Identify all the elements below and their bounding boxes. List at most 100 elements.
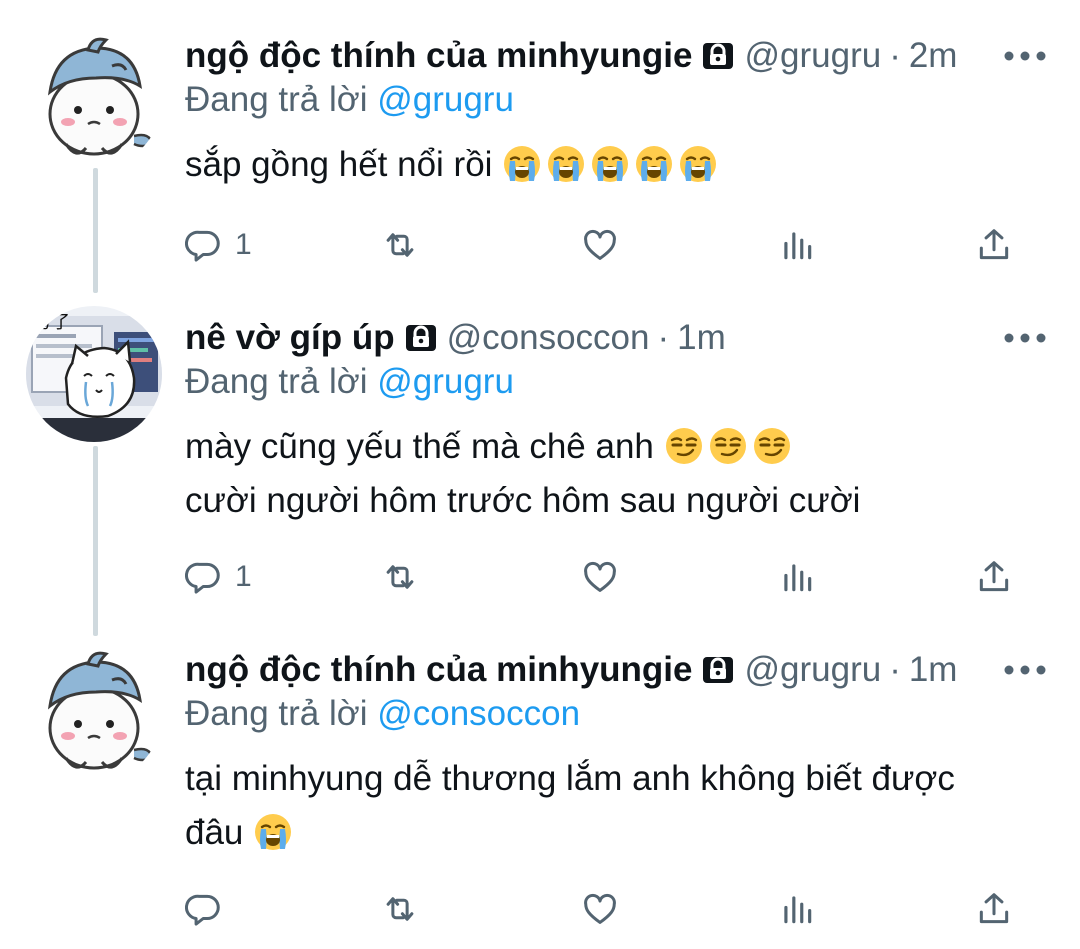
action-bar: 1 (185, 552, 1035, 602)
reply-button[interactable]: 1 (185, 220, 252, 270)
reply-count: 1 (235, 560, 252, 593)
tweet-text: tại minhyung dễ thương lắm anh không biế… (185, 752, 955, 860)
lock-icon (700, 38, 736, 74)
handle[interactable]: @consoccon (447, 318, 650, 358)
loudly-crying-face-icon (502, 144, 542, 184)
like-button[interactable] (581, 884, 619, 934)
retweet-icon (386, 233, 414, 257)
retweet-button[interactable] (381, 220, 419, 270)
replying-to-prefix: Đang trả lời (185, 80, 368, 119)
tweet-text: mày cũng yếu thế mà chê anh cười người h… (185, 420, 860, 528)
tweet-header: ngộ độc thính của minhyungie @grugru · 2… (185, 30, 957, 82)
tweet-text-line: mày cũng yếu thế mà chê anh (185, 420, 860, 474)
more-options-icon[interactable] (1000, 318, 1050, 358)
action-bar: 1 (185, 220, 1035, 270)
reply-icon (185, 230, 220, 262)
reply-button[interactable]: 1 (185, 552, 252, 602)
reply-mention-link[interactable]: @consoccon (377, 694, 580, 733)
like-icon (584, 893, 616, 924)
tweet-header: nê vờ gíp úp @consoccon · 1m (185, 312, 726, 364)
loudly-crying-face-icon (546, 144, 586, 184)
replying-to-prefix: Đang trả lời (185, 694, 368, 733)
timestamp[interactable]: 2m (909, 36, 958, 76)
tweet-text-line: tại minhyung dễ thương lắm anh không biế… (185, 752, 955, 806)
emoji-run (502, 145, 722, 184)
views-icon (784, 564, 812, 592)
share-button[interactable] (975, 884, 1013, 934)
tweet-text-line-1: đâu (185, 813, 244, 852)
smirking-face-icon (664, 426, 704, 466)
smirking-face-icon (708, 426, 748, 466)
like-button[interactable] (581, 552, 619, 602)
share-button[interactable] (975, 552, 1013, 602)
smirking-face-icon (752, 426, 792, 466)
display-name[interactable]: ngộ độc thính của minhyungie (185, 36, 692, 76)
reply-icon (185, 562, 220, 594)
views-button[interactable] (778, 220, 816, 270)
like-button[interactable] (581, 220, 619, 270)
views-icon (784, 232, 812, 260)
tweet-text-line-0: sắp gồng hết nổi rồi (185, 145, 493, 184)
handle[interactable]: @grugru (744, 650, 881, 690)
tweet-text-line: cười người hôm trước hôm sau người cười (185, 474, 860, 528)
svg-text:写了: 写了 (34, 312, 70, 333)
lock-icon (700, 652, 736, 688)
replying-to-prefix: Đang trả lời (185, 362, 368, 401)
creature-avatar-icon (26, 32, 162, 168)
handle[interactable]: @grugru (744, 36, 881, 76)
views-button[interactable] (778, 552, 816, 602)
tweet-text-line: sắp gồng hết nổi rồi (185, 138, 722, 192)
separator-dot: · (657, 318, 670, 357)
display-name[interactable]: ngộ độc thính của minhyungie (185, 650, 692, 690)
timestamp[interactable]: 1m (677, 318, 726, 358)
share-icon (979, 229, 1009, 260)
tweet-text-line-1: cười người hôm trước hôm sau người cười (185, 481, 861, 520)
share-icon (979, 561, 1009, 592)
replying-to: Đang trả lời @grugru (185, 80, 514, 120)
separator-dot: · (889, 36, 901, 75)
timestamp[interactable]: 1m (909, 650, 958, 690)
share-button[interactable] (975, 220, 1013, 270)
reply-icon (185, 894, 220, 926)
cat-computer-avatar-icon: 写了 (26, 306, 162, 442)
views-button[interactable] (778, 884, 816, 934)
retweet-button[interactable] (381, 552, 419, 602)
avatar[interactable] (26, 32, 162, 168)
reply-mention-link[interactable]: @grugru (377, 80, 514, 119)
reply-mention-link[interactable]: @grugru (377, 362, 514, 401)
retweet-icon (386, 565, 414, 589)
emoji-run (253, 813, 297, 852)
loudly-crying-face-icon (590, 144, 630, 184)
lock-icon (403, 320, 439, 356)
loudly-crying-face-icon (634, 144, 674, 184)
more-options-icon[interactable] (1000, 36, 1050, 76)
loudly-crying-face-icon (253, 812, 293, 852)
reply-count: 1 (235, 228, 252, 261)
tweet-3[interactable]: ngộ độc thính của minhyungie @grugru · 1… (0, 644, 1080, 944)
display-name[interactable]: nê vờ gíp úp (185, 318, 395, 358)
share-icon (979, 893, 1009, 924)
tweet-text-line: đâu (185, 806, 955, 860)
creature-avatar-icon (26, 646, 162, 782)
more-options-icon[interactable] (1000, 650, 1050, 690)
emoji-run (664, 427, 796, 466)
tweet-text-line-0: tại minhyung dễ thương lắm anh không biế… (185, 759, 955, 798)
replying-to: Đang trả lời @grugru (185, 362, 514, 402)
like-icon (584, 561, 616, 592)
reply-button[interactable] (185, 884, 235, 934)
like-icon (584, 229, 616, 260)
tweet-text-line-0: mày cũng yếu thế mà chê anh (185, 427, 654, 466)
loudly-crying-face-icon (678, 144, 718, 184)
replying-to: Đang trả lời @consoccon (185, 694, 580, 734)
retweet-button[interactable] (381, 884, 419, 934)
tweet-header: ngộ độc thính của minhyungie @grugru · 1… (185, 644, 957, 696)
tweet-2[interactable]: 写了 nê vờ gíp úp @consoccon · 1m Đang trả… (0, 306, 1080, 612)
separator-dot: · (889, 650, 901, 689)
retweet-icon (386, 897, 414, 921)
avatar[interactable] (26, 646, 162, 782)
avatar[interactable]: 写了 (26, 306, 162, 442)
action-bar (185, 884, 1035, 934)
tweet-text: sắp gồng hết nổi rồi (185, 138, 722, 192)
views-icon (784, 896, 812, 924)
tweet-1[interactable]: ngộ độc thính của minhyungie @grugru · 2… (0, 30, 1080, 290)
